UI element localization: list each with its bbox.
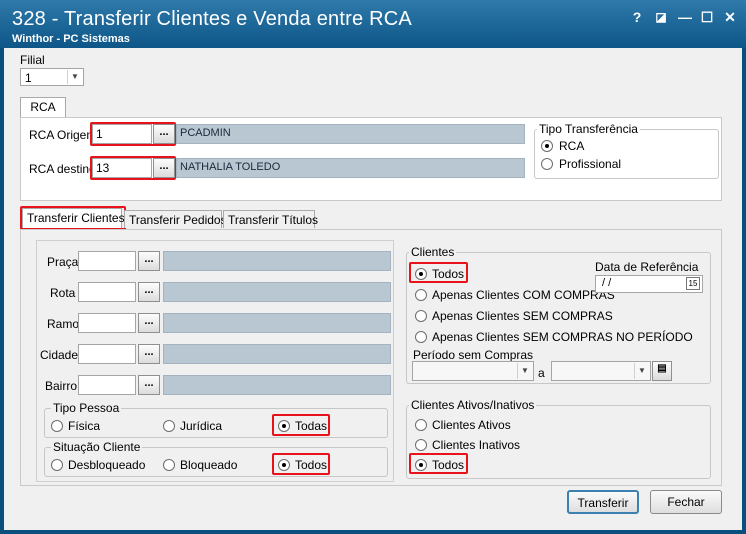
app-window: 328 - Transferir Clientes e Venda entre …: [0, 0, 746, 534]
highlight-box: [272, 414, 330, 436]
highlight-box: [20, 206, 126, 230]
bairro-label: Bairro: [45, 379, 78, 393]
bairro-input[interactable]: [78, 375, 136, 395]
periodo-label: Período sem Compras: [413, 348, 534, 362]
rca-destino-lookup-button[interactable]: ...: [153, 158, 175, 178]
radio-fisica[interactable]: [51, 420, 63, 432]
clientes-title: Clientes: [409, 245, 457, 259]
radio-desbloqueado[interactable]: [51, 459, 63, 471]
clientes-tab-panel: Praça ... Rota ... Ramo ... Cidade ... B…: [20, 229, 722, 486]
window-client-area: Filial 1 ▼ RCA RCA Origem 1 ... PCADMIN …: [4, 48, 742, 530]
filial-select[interactable]: 1 ▼: [20, 68, 84, 86]
chevron-down-icon: ▼: [67, 70, 82, 84]
cidade-lookup-button[interactable]: ...: [138, 344, 160, 364]
clientes-ativos-group: Clientes Ativos/Inativos Clientes Ativos…: [406, 398, 711, 479]
radio-sem-compras-periodo-label: Apenas Clientes SEM COMPRAS NO PERÍODO: [432, 330, 693, 344]
calendar-icon[interactable]: 15: [686, 277, 700, 290]
maximize-button[interactable]: ☐: [698, 8, 716, 26]
clientes-ativos-title: Clientes Ativos/Inativos: [409, 398, 537, 412]
praca-name: [163, 251, 391, 271]
ramo-lookup-button[interactable]: ...: [138, 313, 160, 333]
rota-name: [163, 282, 391, 302]
rota-label: Rota: [50, 286, 76, 300]
transferir-button[interactable]: Transferir: [567, 490, 639, 514]
radio-com-compras-label: Apenas Clientes COM COMPRAS: [432, 288, 615, 302]
minimize-button[interactable]: —: [676, 8, 694, 26]
bairro-name: [163, 375, 391, 395]
clientes-group: Clientes Todos Apenas Clientes COM COMPR…: [406, 245, 711, 384]
radio-desbloqueado-label: Desbloqueado: [68, 458, 146, 472]
title-bar: 328 - Transferir Clientes e Venda entre …: [0, 0, 746, 48]
data-referencia-input[interactable]: / / 15: [595, 275, 703, 293]
rca-origem-label: RCA Origem: [29, 128, 97, 142]
tipo-transferencia-title: Tipo Transferência: [537, 122, 640, 136]
ramo-input[interactable]: [78, 313, 136, 333]
periodo-separator: a: [538, 366, 545, 380]
chevron-down-icon: ▼: [634, 363, 649, 379]
rota-lookup-button[interactable]: ...: [138, 282, 160, 302]
periodo-inicio-select[interactable]: ▼: [412, 361, 534, 381]
radio-fisica-label: Física: [68, 419, 101, 433]
rca-origem-name: PCADMIN: [176, 124, 525, 144]
radio-rca-label: RCA: [559, 139, 585, 153]
radio-bloqueado-label: Bloqueado: [180, 458, 238, 472]
filters-panel: Praça ... Rota ... Ramo ... Cidade ... B…: [36, 240, 394, 482]
rca-destino-name: NATHALIA TOLEDO: [176, 158, 525, 178]
rota-input[interactable]: [78, 282, 136, 302]
praca-lookup-button[interactable]: ...: [138, 251, 160, 271]
rca-destino-label: RCA destino: [29, 162, 96, 176]
radio-sem-compras-label: Apenas Clientes SEM COMPRAS: [432, 309, 613, 323]
radio-clientes-inativos[interactable]: [415, 439, 427, 451]
periodo-fim-select[interactable]: ▼: [551, 361, 651, 381]
rca-origem-lookup-button[interactable]: ...: [153, 124, 175, 144]
help-icon[interactable]: ?: [628, 8, 646, 26]
radio-com-compras[interactable]: [415, 289, 427, 301]
radio-bloqueado[interactable]: [163, 459, 175, 471]
tipo-pessoa-title: Tipo Pessoa: [51, 401, 122, 415]
cidade-name: [163, 344, 391, 364]
rca-panel: RCA Origem 1 ... PCADMIN RCA destino 13 …: [20, 117, 722, 201]
tab-transferir-titulos[interactable]: Transferir Títulos: [223, 210, 318, 228]
radio-juridica[interactable]: [163, 420, 175, 432]
edit-icon[interactable]: ◪: [652, 8, 670, 26]
tipo-transferencia-group: Tipo Transferência RCA Profissional: [534, 122, 719, 179]
radio-profissional-label: Profissional: [559, 157, 622, 171]
ramo-name: [163, 313, 391, 333]
highlight-box: [409, 453, 468, 474]
radio-sem-compras-periodo[interactable]: [415, 331, 427, 343]
radio-clientes-ativos[interactable]: [415, 419, 427, 431]
radio-profissional[interactable]: [541, 158, 553, 170]
situacao-cliente-title: Situação Cliente: [51, 440, 143, 454]
bairro-lookup-button[interactable]: ...: [138, 375, 160, 395]
ramo-label: Ramo: [47, 317, 80, 331]
tab-transferir-pedidos[interactable]: Transferir Pedidos: [124, 210, 227, 228]
window-subtitle: Winthor - PC Sistemas: [12, 33, 130, 45]
close-button[interactable]: ✕: [721, 8, 739, 26]
radio-sem-compras[interactable]: [415, 310, 427, 322]
tab-rca[interactable]: RCA: [20, 97, 66, 117]
filial-value: 1: [25, 71, 32, 85]
data-referencia-label: Data de Referência: [595, 260, 699, 274]
radio-clientes-inativos-label: Clientes Inativos: [432, 438, 521, 452]
cidade-input[interactable]: [78, 344, 136, 364]
window-title: 328 - Transferir Clientes e Venda entre …: [12, 8, 412, 30]
calendar-icon[interactable]: ▤: [652, 361, 672, 381]
radio-juridica-label: Jurídica: [180, 419, 223, 433]
cidade-label: Cidade: [40, 348, 79, 362]
chevron-down-icon: ▼: [517, 363, 532, 379]
situacao-cliente-group: Situação Cliente Desbloqueado Bloqueado …: [44, 440, 388, 477]
praca-label: Praça: [47, 255, 79, 269]
praca-input[interactable]: [78, 251, 136, 271]
highlight-box: [272, 453, 330, 475]
filial-label: Filial: [20, 53, 45, 67]
radio-rca[interactable]: [541, 140, 553, 152]
fechar-button[interactable]: Fechar: [650, 490, 722, 514]
tipo-pessoa-group: Tipo Pessoa Física Jurídica Todas: [44, 401, 388, 438]
highlight-box: [409, 262, 468, 283]
data-referencia-value: / /: [602, 277, 612, 289]
radio-clientes-ativos-label: Clientes Ativos: [432, 418, 511, 432]
